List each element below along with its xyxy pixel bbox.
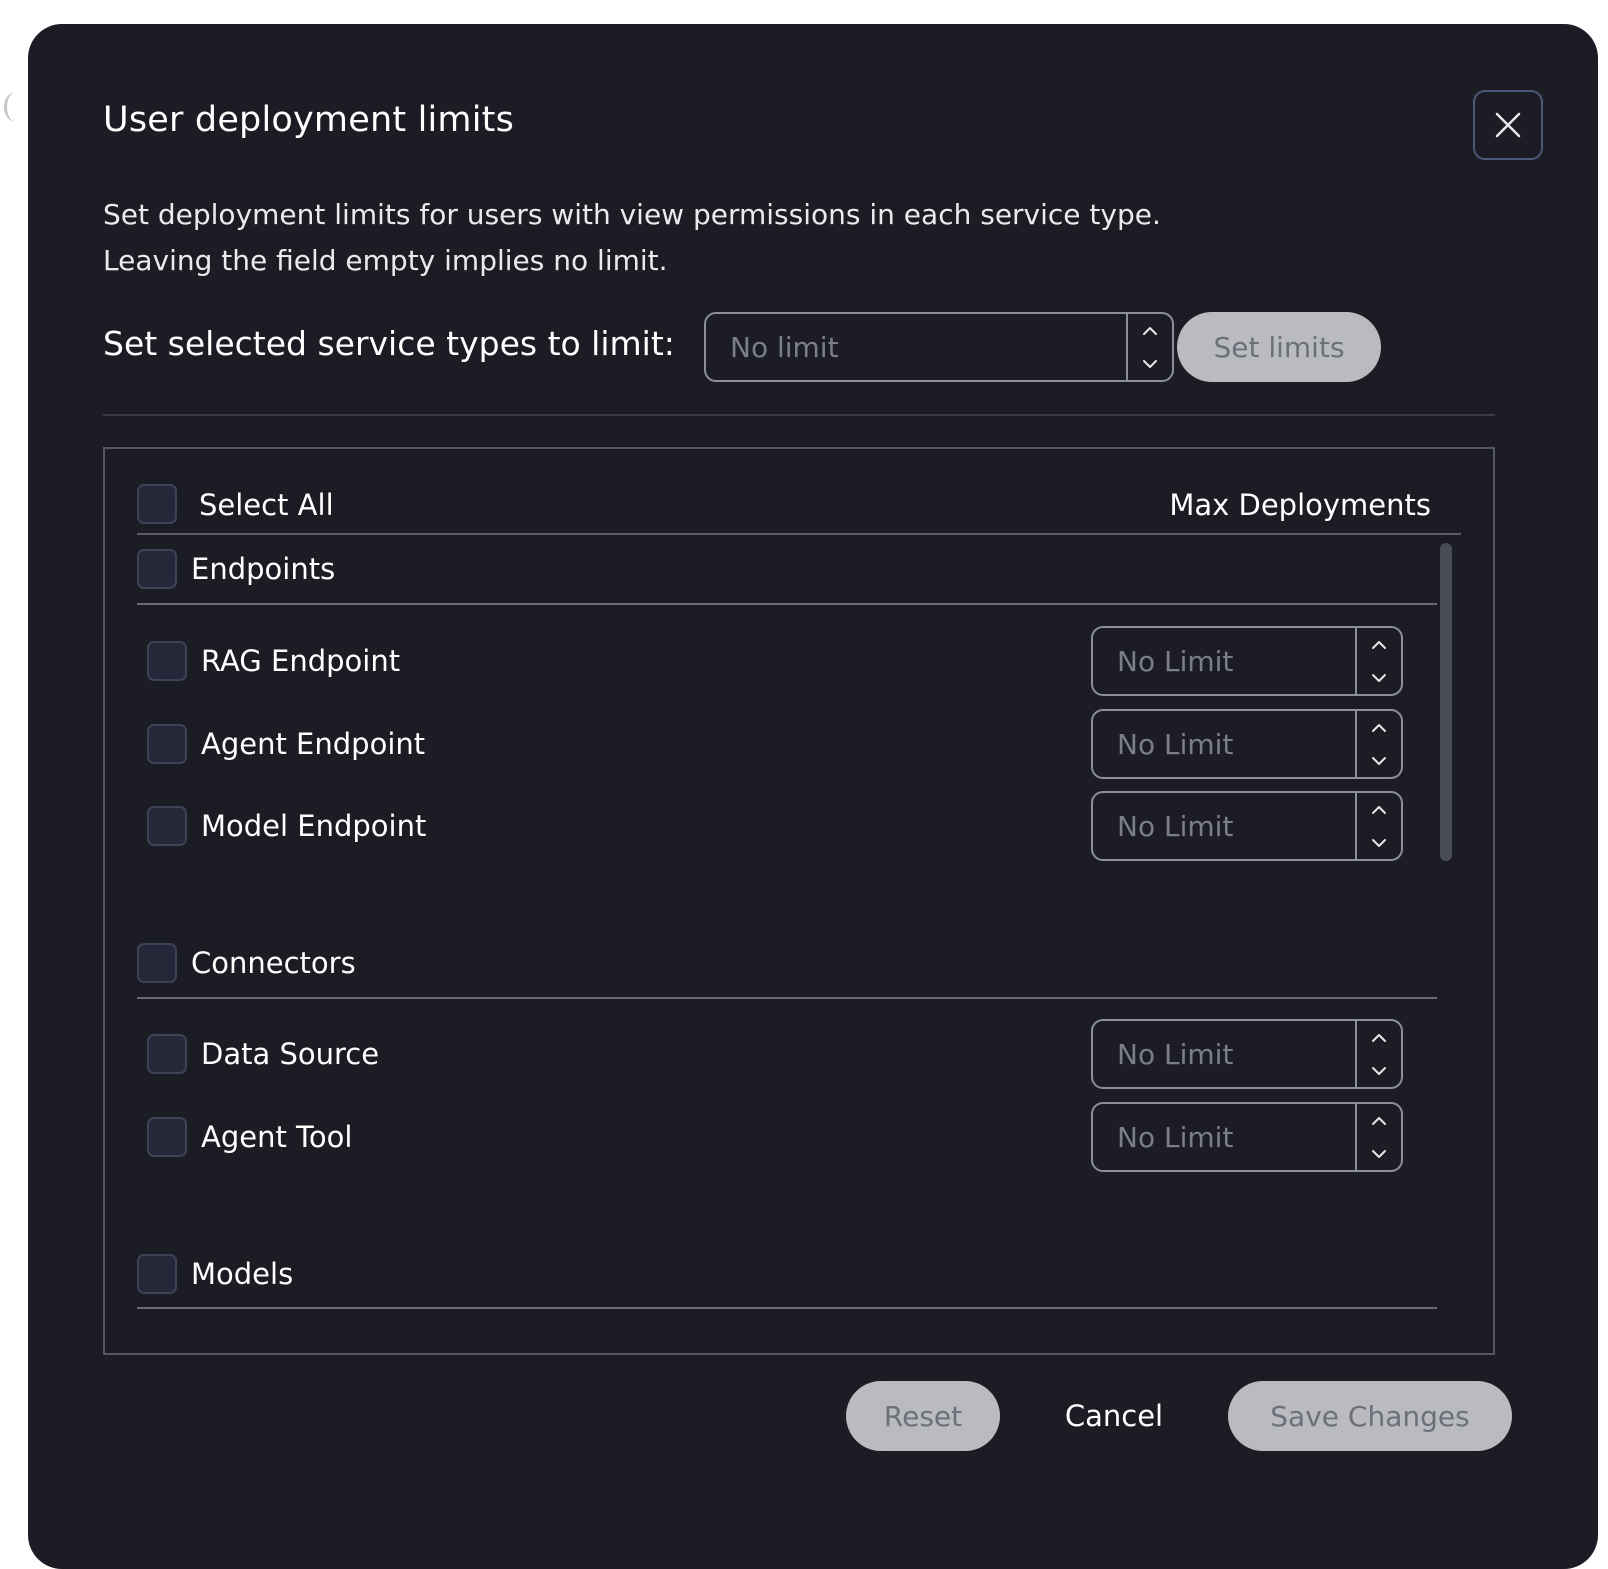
decrement-button[interactable]: [1357, 661, 1401, 694]
limit-input-agent-endpoint[interactable]: [1093, 711, 1355, 777]
bulk-limit-stepper: [704, 312, 1174, 382]
chevron-up-icon: [1372, 723, 1386, 732]
header-divider: [137, 533, 1461, 535]
dialog-description: Set deployment limits for users with vie…: [103, 192, 1403, 284]
chevron-up-icon: [1143, 326, 1157, 335]
select-all-label: Select All: [199, 488, 334, 522]
close-button[interactable]: [1473, 90, 1543, 160]
group-divider-models: [137, 1307, 1437, 1309]
save-changes-button[interactable]: Save Changes: [1228, 1381, 1512, 1451]
group-checkbox-models[interactable]: [137, 1254, 177, 1294]
limit-stepper-data-source: [1091, 1019, 1403, 1089]
max-deployments-header: Max Deployments: [1169, 488, 1431, 522]
description-line-1: Set deployment limits for users with vie…: [103, 198, 1161, 231]
close-icon: [1495, 112, 1521, 138]
chevron-down-icon: [1372, 673, 1386, 682]
increment-button[interactable]: [1357, 1104, 1401, 1137]
bulk-limit-arrows: [1126, 314, 1172, 380]
reset-button[interactable]: Reset: [846, 1381, 1000, 1451]
list-scrollbar[interactable]: [1440, 543, 1452, 861]
limit-arrows: [1355, 793, 1401, 859]
bulk-limit-increment[interactable]: [1128, 314, 1172, 347]
item-label-agent-tool: Agent Tool: [201, 1120, 353, 1154]
deployment-limits-dialog: User deployment limits Set deployment li…: [28, 24, 1598, 1569]
list-header: Select All Max Deployments: [137, 483, 1461, 533]
decrement-button[interactable]: [1357, 1137, 1401, 1170]
group-title-models: Models: [191, 1257, 294, 1291]
chevron-down-icon: [1372, 756, 1386, 765]
item-checkbox-data-source[interactable]: [147, 1034, 187, 1074]
service-type-list: Select All Max Deployments Endpoints RAG…: [103, 447, 1495, 1355]
set-limits-button[interactable]: Set limits: [1177, 312, 1381, 382]
item-label-agent-endpoint: Agent Endpoint: [201, 727, 426, 761]
decrement-button[interactable]: [1357, 1054, 1401, 1087]
increment-button[interactable]: [1357, 1021, 1401, 1054]
select-all-checkbox[interactable]: [137, 484, 177, 524]
item-checkbox-agent-tool[interactable]: [147, 1117, 187, 1157]
dialog-title: User deployment limits: [103, 100, 515, 140]
item-label-model-endpoint: Model Endpoint: [201, 809, 427, 843]
limit-arrows: [1355, 1104, 1401, 1170]
limit-input-model-endpoint[interactable]: [1093, 793, 1355, 859]
chevron-down-icon: [1372, 1066, 1386, 1075]
limit-arrows: [1355, 711, 1401, 777]
chevron-up-icon: [1372, 1033, 1386, 1042]
group-divider-connectors: [137, 997, 1437, 999]
limit-stepper-agent-endpoint: [1091, 709, 1403, 779]
bulk-limit-input[interactable]: [706, 314, 1126, 380]
item-checkbox-rag-endpoint[interactable]: [147, 641, 187, 681]
cancel-button[interactable]: Cancel: [1042, 1381, 1186, 1451]
section-divider: [103, 414, 1495, 416]
chevron-down-icon: [1372, 838, 1386, 847]
group-checkbox-endpoints[interactable]: [137, 549, 177, 589]
bulk-limit-decrement[interactable]: [1128, 347, 1172, 380]
chevron-up-icon: [1372, 1116, 1386, 1125]
item-checkbox-model-endpoint[interactable]: [147, 806, 187, 846]
chevron-down-icon: [1143, 359, 1157, 368]
bulk-limit-label: Set selected service types to limit:: [103, 324, 675, 363]
limit-stepper-agent-tool: [1091, 1102, 1403, 1172]
item-checkbox-agent-endpoint[interactable]: [147, 724, 187, 764]
limit-stepper-model-endpoint: [1091, 791, 1403, 861]
backdrop-edge: [4, 92, 28, 122]
increment-button[interactable]: [1357, 711, 1401, 744]
item-label-rag-endpoint: RAG Endpoint: [201, 644, 401, 678]
limit-arrows: [1355, 628, 1401, 694]
limit-input-rag-endpoint[interactable]: [1093, 628, 1355, 694]
list-scroll-area[interactable]: Endpoints RAG Endpoint Agent Endpoint: [105, 539, 1493, 1353]
decrement-button[interactable]: [1357, 744, 1401, 777]
increment-button[interactable]: [1357, 628, 1401, 661]
group-checkbox-connectors[interactable]: [137, 943, 177, 983]
chevron-up-icon: [1372, 805, 1386, 814]
limit-input-data-source[interactable]: [1093, 1021, 1355, 1087]
group-divider-endpoints: [137, 603, 1437, 605]
limit-input-agent-tool[interactable]: [1093, 1104, 1355, 1170]
chevron-up-icon: [1372, 640, 1386, 649]
group-title-connectors: Connectors: [191, 946, 356, 980]
description-line-2: Leaving the field empty implies no limit…: [103, 244, 668, 277]
chevron-down-icon: [1372, 1149, 1386, 1158]
increment-button[interactable]: [1357, 793, 1401, 826]
limit-stepper-rag-endpoint: [1091, 626, 1403, 696]
item-label-data-source: Data Source: [201, 1037, 380, 1071]
decrement-button[interactable]: [1357, 826, 1401, 859]
limit-arrows: [1355, 1021, 1401, 1087]
group-title-endpoints: Endpoints: [191, 552, 336, 586]
